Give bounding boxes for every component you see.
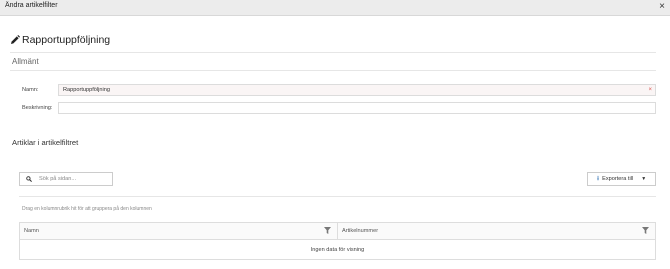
divider [10,70,656,71]
section-title-general: Allmänt [12,57,39,66]
name-label: Namn: [22,87,39,93]
filter-icon[interactable] [642,227,649,234]
search-input[interactable]: Sök på sidan... [19,172,113,186]
pencil-icon [11,35,20,44]
column-header-article-number[interactable]: Artikelnummer [338,223,655,239]
description-field[interactable] [58,102,656,114]
window-titlebar: Ändra artikelfilter × [0,0,670,16]
search-icon [26,176,32,182]
name-value: Rapportuppföljning [63,87,110,93]
divider [10,52,656,53]
page-title: Rapportuppföljning [22,34,111,46]
column-name-label: Namn [24,228,39,234]
export-button[interactable]: ⭳ Exportera till ▼ [587,172,656,186]
description-label: Beskrivning: [22,105,53,111]
divider [19,196,656,197]
empty-grid-message: Ingen data för visning [310,247,365,253]
articles-grid: Namn Artikelnummer Ingen data för visnin… [19,222,656,260]
column-article-number-label: Artikelnummer [342,228,379,234]
grid-header: Namn Artikelnummer [20,223,655,240]
caret-down-icon: ▼ [641,176,647,182]
search-placeholder: Sök på sidan... [39,176,77,182]
column-header-name[interactable]: Namn [20,223,338,239]
group-panel-hint: Drag en kolumnrubrik hit för att grupper… [22,206,152,212]
filter-icon[interactable] [324,227,331,234]
section-title-articles: Artiklar i artikelfiltret [12,138,79,147]
clear-name-icon[interactable]: × [648,85,652,95]
name-field[interactable]: Rapportuppföljning × [58,84,656,96]
window-title: Ändra artikelfilter [5,2,58,9]
export-label: Exportera till [602,176,634,182]
download-icon: ⭳ [596,174,600,182]
close-button[interactable]: × [659,0,665,14]
page-heading: Rapportuppföljning [10,33,110,47]
